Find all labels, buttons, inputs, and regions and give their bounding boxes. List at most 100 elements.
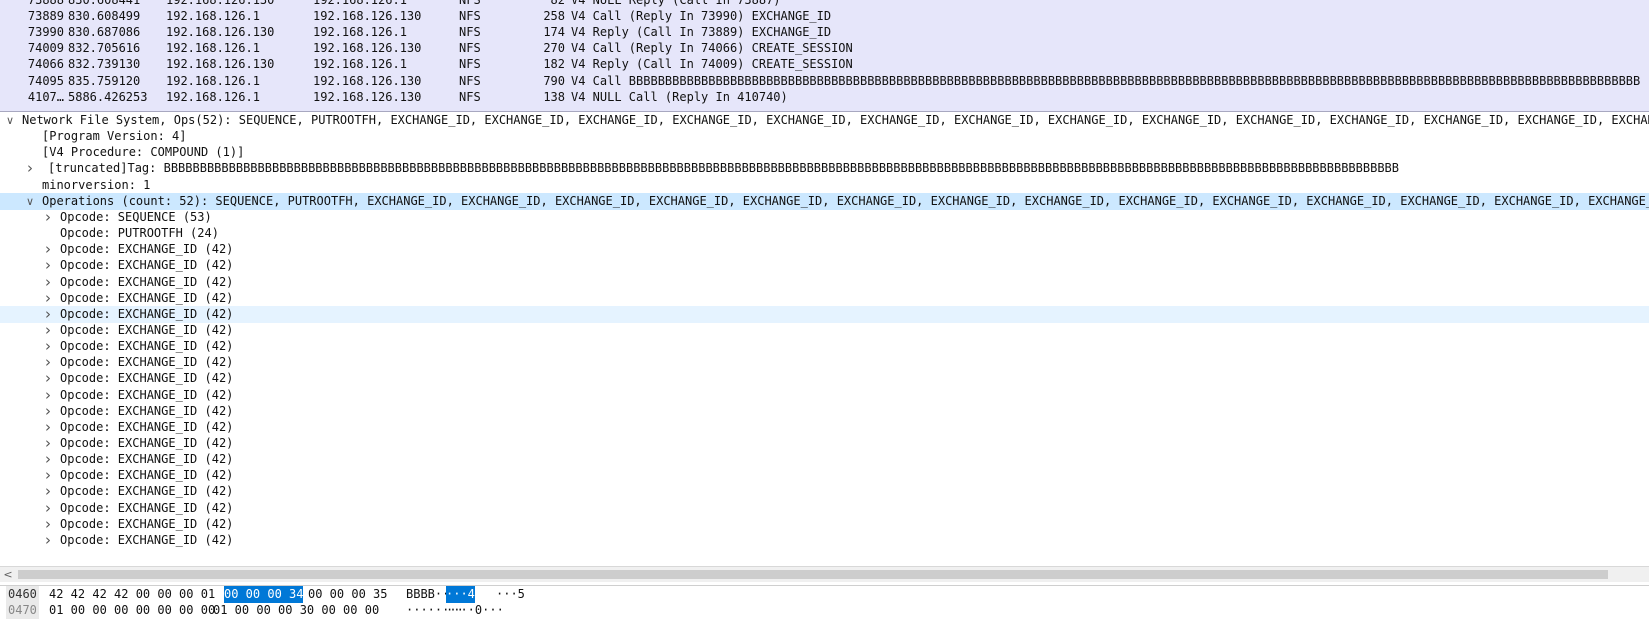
tree-item[interactable]: › Opcode: EXCHANGE_ID (42)	[0, 305, 1649, 323]
packet-length: 182	[543, 57, 565, 72]
tree-item[interactable]: › Opcode: SEQUENCE (53)	[0, 208, 1649, 226]
tree-item-label: Opcode: PUTROOTFH (24)	[60, 226, 219, 241]
packet-info: V4 NULL Call (Reply In 410740)	[571, 89, 788, 104]
tree-item-label: Opcode: EXCHANGE_ID (42)	[60, 468, 234, 483]
packet-length: 138	[543, 89, 565, 104]
packet-length: 270	[543, 41, 565, 56]
tree-item[interactable]: › Opcode: EXCHANGE_ID (42)	[0, 321, 1649, 339]
packet-source: 192.168.126.130	[166, 57, 275, 72]
tree-item[interactable]: › Opcode: EXCHANGE_ID (42)	[0, 467, 1649, 484]
ascii-bytes: ····0···	[446, 603, 504, 617]
tree-item[interactable]: ∨ Operations (count: 52): SEQUENCE, PUTRO…	[0, 192, 1649, 210]
tree-item[interactable]: › Opcode: EXCHANGE_ID (42)	[0, 241, 1649, 258]
packet-number: 73990	[27, 25, 64, 40]
tree-item-label: Opcode: EXCHANGE_ID (42)	[60, 242, 234, 257]
tree-item[interactable]: › Opcode: EXCHANGE_ID (42)	[0, 386, 1649, 404]
tree-item[interactable]: › Opcode: EXCHANGE_ID (42)	[0, 338, 1649, 355]
tree-item-label: Opcode: EXCHANGE_ID (42)	[60, 290, 234, 305]
packet-row[interactable]: 4107… 5886.426253 192.168.126.1 192.168.126…	[0, 89, 1649, 106]
horizontal-scrollbar[interactable]: < >	[0, 566, 1649, 582]
packet-source: 192.168.126.1	[166, 73, 260, 88]
tree-item[interactable]: › Opcode: EXCHANGE_ID (42)	[0, 402, 1649, 420]
tree-item[interactable]: [V4 Procedure: COMPOUND (1)]	[0, 144, 1649, 161]
tree-item[interactable]: › Opcode: EXCHANGE_ID (42)	[0, 418, 1649, 436]
packet-destination: 192.168.126.130	[313, 89, 422, 104]
packet-number: 74066	[27, 57, 64, 72]
packet-time: 832.739130	[68, 57, 141, 72]
tree-item[interactable]: › Opcode: EXCHANGE_ID (42)	[0, 515, 1649, 533]
tree-item[interactable]: minorversion: 1	[0, 177, 1649, 194]
packet-protocol: NFS	[459, 25, 481, 40]
tree-item-label: Opcode: EXCHANGE_ID (42)	[60, 339, 234, 354]
packet-destination: 192.168.126.1	[313, 25, 407, 40]
hex-offset: 0470	[6, 602, 39, 619]
tree-item-label: [Program Version: 4]	[42, 129, 187, 144]
tree-item[interactable]: › Opcode: EXCHANGE_ID (42)	[0, 257, 1649, 274]
packet-time: 832.705616	[68, 41, 141, 56]
tree-item-label: Opcode: SEQUENCE (53)	[60, 209, 212, 224]
chevron-right-icon[interactable]: ›	[42, 273, 54, 291]
packet-row[interactable]: 74095 835.759120 192.168.126.1 192.168.126.…	[0, 73, 1649, 90]
hex-dump-row[interactable]: 0460 42 42 42 42 00 00 00 01 00 00 00 34 00…	[0, 586, 1649, 603]
tree-item[interactable]: › Opcode: EXCHANGE_ID (42)	[0, 354, 1649, 371]
chevron-right-icon[interactable]: ›	[42, 208, 54, 226]
packet-length: 258	[543, 9, 565, 24]
tree-item[interactable]: › Opcode: EXCHANGE_ID (42)	[0, 370, 1649, 387]
tree-item-label: Opcode: EXCHANGE_ID (42)	[60, 258, 234, 273]
hex-dump-row[interactable]: 0470 01 00 00 00 00 00 00 00 01 00 00 00 3…	[0, 602, 1649, 619]
chevron-right-icon[interactable]: ›	[42, 483, 54, 500]
ascii-bytes-selected: ···4	[446, 586, 475, 603]
packet-source: 192.168.126.130	[166, 25, 275, 40]
packet-row[interactable]: 74009 832.705616 192.168.126.1 192.168.126.…	[0, 40, 1649, 57]
tree-item[interactable]: › Opcode: EXCHANGE_ID (42)	[0, 451, 1649, 468]
hex-offset: 0460	[6, 586, 39, 603]
packet-time: 830.608499	[68, 9, 141, 24]
packet-details-tree[interactable]: ∨ Network File System, Ops(52): SEQUENCE,…	[0, 114, 1649, 566]
packet-info: V4 Call (Reply In 74066) CREATE_SESSION	[571, 41, 853, 56]
tree-item[interactable]: › Opcode: EXCHANGE_ID (42)	[0, 499, 1649, 517]
tree-item[interactable]: ∨ Network File System, Ops(52): SEQUENCE,…	[0, 114, 1649, 129]
packet-source: 192.168.126.1	[166, 9, 260, 24]
tree-item[interactable]: Opcode: PUTROOTFH (24)	[0, 225, 1649, 242]
scrollbar-thumb[interactable]	[18, 570, 1608, 579]
packet-row[interactable]: 73889 830.608499 192.168.126.1 192.168.126.…	[0, 8, 1649, 25]
packet-row[interactable]: 73990 830.687086 192.168.126.130 192.168.12…	[0, 24, 1649, 41]
packet-protocol: NFS	[459, 57, 481, 72]
packet-number: 73889	[27, 9, 64, 24]
packet-time: 5886.426253	[68, 89, 148, 104]
packet-number: 74009	[27, 41, 64, 56]
tree-item-label: Opcode: EXCHANGE_ID (42)	[60, 452, 234, 467]
chevron-right-icon[interactable]: ›	[42, 257, 54, 274]
chevron-down-icon[interactable]: ∨	[4, 114, 16, 129]
tree-item[interactable]: › Opcode: EXCHANGE_ID (42)	[0, 531, 1649, 549]
packet-bytes-pane[interactable]: 0460 42 42 42 42 00 00 00 01 00 00 00 34 00…	[0, 585, 1649, 620]
packet-info: V4 Reply (Call In 74009) CREATE_SESSION	[571, 57, 853, 72]
tree-item-label: Opcode: EXCHANGE_ID (42)	[60, 403, 234, 418]
packet-list[interactable]: 73888 830.608441 192.168.126.130 192.168.12…	[0, 0, 1649, 112]
packet-protocol: NFS	[459, 9, 481, 24]
chevron-right-icon[interactable]: ›	[42, 370, 54, 387]
tree-item-label: Opcode: EXCHANGE_ID (42)	[60, 500, 234, 515]
chevron-down-icon[interactable]: ∨	[24, 193, 36, 210]
tree-item[interactable]: › Opcode: EXCHANGE_ID (42)	[0, 289, 1649, 307]
packet-info: V4 Call BBBBBBBBBBBBBBBBBBBBBBBBBBBBBBBB…	[571, 73, 1641, 88]
packet-length: 790	[543, 73, 565, 88]
chevron-right-icon[interactable]: ›	[42, 386, 54, 404]
tree-item[interactable]: › [truncated]Tag: BBBBBBBBBBBBBBBBBBBBBBB…	[0, 160, 1649, 177]
packet-protocol: NFS	[459, 41, 481, 56]
tree-item[interactable]: [Program Version: 4]	[0, 128, 1649, 145]
hex-bytes-selected: 00 00 00 34	[224, 586, 304, 603]
scroll-left-icon[interactable]: <	[0, 567, 16, 582]
packet-row[interactable]: 74066 832.739130 192.168.126.130 192.168.12…	[0, 56, 1649, 73]
tree-item-label: minorversion: 1	[42, 177, 151, 192]
tree-item[interactable]: › Opcode: EXCHANGE_ID (42)	[0, 483, 1649, 500]
chevron-right-icon[interactable]: ›	[42, 531, 54, 549]
packet-destination: 192.168.126.130	[313, 41, 422, 56]
tree-item[interactable]: › Opcode: EXCHANGE_ID (42)	[0, 273, 1649, 291]
packet-number: 74095	[27, 73, 64, 88]
chevron-right-icon[interactable]: ›	[24, 160, 36, 177]
ascii-bytes: ···5	[496, 587, 525, 601]
packet-length: 174	[543, 25, 565, 40]
tree-item-label: Opcode: EXCHANGE_ID (42)	[60, 516, 234, 531]
tree-item[interactable]: › Opcode: EXCHANGE_ID (42)	[0, 435, 1649, 452]
